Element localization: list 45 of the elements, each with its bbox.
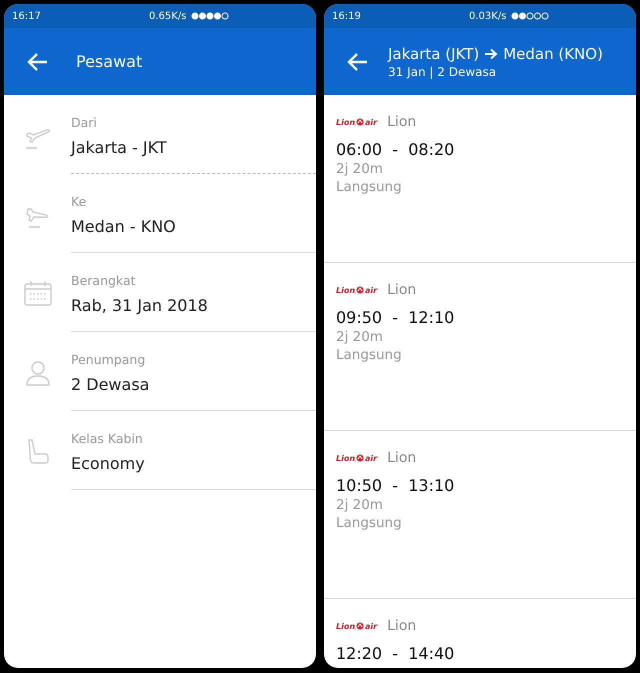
header-subtitle: 31 Jan | 2 Dewasa <box>388 64 498 78</box>
field-value[interactable]: Jakarta - JKT <box>71 138 316 157</box>
flight-card[interactable]: Lion air Lion 10:50 - 13:10 2j 20m Langsung <box>324 431 636 599</box>
status-time: 16:17 <box>12 10 41 22</box>
flight-card[interactable]: Lion air Lion 12:20 - 14:40 <box>324 599 636 668</box>
flight-duration: 2j 20m <box>336 161 384 177</box>
airline-name: Lion <box>387 450 416 466</box>
flight-times: 12:20 - 14:40 <box>336 644 456 663</box>
field-label: Dari <box>71 115 98 130</box>
header-title: Pesawat <box>76 52 142 71</box>
airline-logo: Lion air <box>336 118 378 126</box>
route-origin: Jakarta (JKT) <box>388 44 480 62</box>
airline-name: Lion <box>387 618 416 634</box>
signal-icon <box>191 12 232 20</box>
signal-icon <box>511 12 552 20</box>
back-arrow-icon[interactable] <box>26 52 48 72</box>
flight-stops: Langsung <box>336 179 403 195</box>
network-speed: 0.65K/s <box>149 10 186 22</box>
flight-stops: Langsung <box>336 515 403 531</box>
airline-name: Lion <box>387 282 416 298</box>
field-value[interactable]: Rab, 31 Jan 2018 <box>71 296 316 315</box>
field-value[interactable]: Medan - KNO <box>71 217 316 236</box>
status-time: 16:19 <box>332 10 361 22</box>
flight-card[interactable]: Lion air Lion 06:00 - 08:20 2j 20m Langsung <box>324 95 636 263</box>
airline-logo: Lion air <box>336 454 378 462</box>
field-value[interactable]: Economy <box>71 454 316 473</box>
field-label: Penumpang <box>71 352 146 367</box>
flight-duration: 2j 20m <box>336 329 384 345</box>
field-label: Ke <box>71 194 88 209</box>
flight-times: 09:50 - 12:10 <box>336 308 456 327</box>
flight-duration: 2j 20m <box>336 497 384 513</box>
field-label: Kelas Kabin <box>71 431 144 446</box>
route-destination: Medan (KNO) <box>503 44 603 62</box>
airline-logo: Lion air <box>336 622 378 630</box>
airline-name: Lion <box>387 114 416 130</box>
field-value[interactable]: 2 Dewasa <box>71 375 316 394</box>
back-arrow-icon[interactable] <box>346 52 368 72</box>
flight-times: 06:00 - 08:20 <box>336 140 456 159</box>
flight-stops: Langsung <box>336 347 403 363</box>
flight-times: 10:50 - 13:10 <box>336 476 456 495</box>
airline-logo: Lion air <box>336 286 378 294</box>
network-speed: 0.03K/s <box>469 10 506 22</box>
field-label: Berangkat <box>71 273 137 288</box>
arrow-right-icon <box>484 48 498 60</box>
flight-card[interactable]: Lion air Lion 09:50 - 12:10 2j 20m Langsung <box>324 263 636 431</box>
